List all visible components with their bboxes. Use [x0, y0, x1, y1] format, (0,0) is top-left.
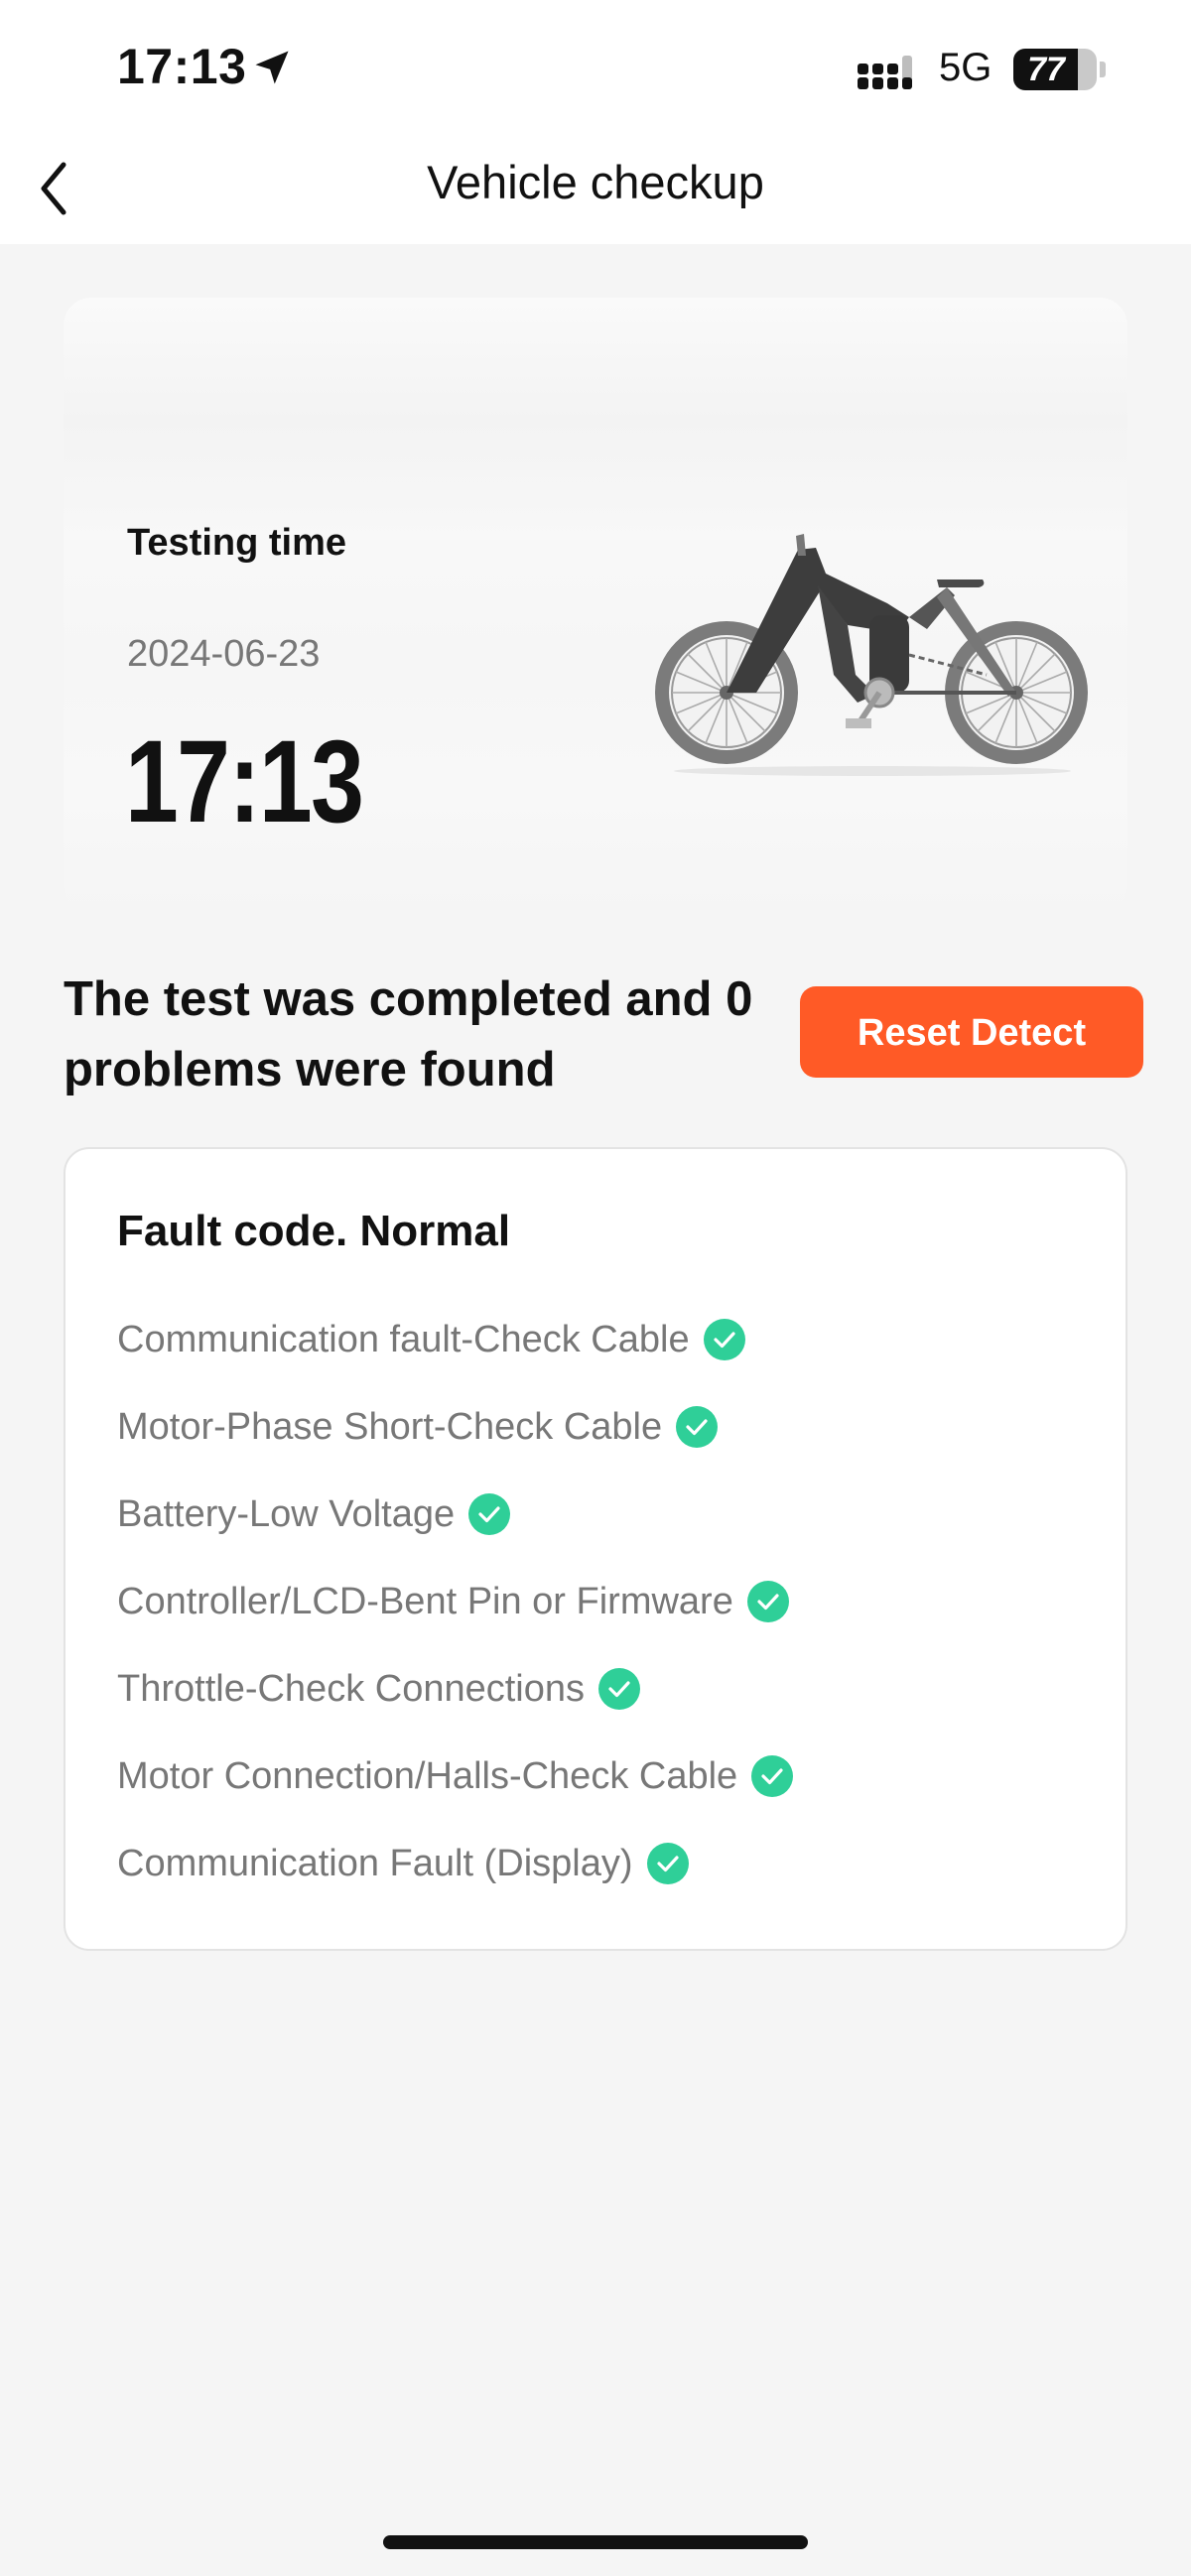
testing-time-label: Testing time [127, 522, 346, 564]
fault-item: Battery-Low Voltage [117, 1471, 793, 1558]
fault-item: Throttle-Check Connections [117, 1645, 793, 1733]
check-circle-icon [646, 1843, 689, 1884]
testing-date: 2024-06-23 [127, 633, 321, 675]
fault-item: Controller/LCD-Bent Pin or Firmware [117, 1558, 793, 1645]
status-time: 17:13 [117, 39, 247, 94]
check-circle-icon [468, 1493, 511, 1535]
fault-item: Communication fault-Check Cable [117, 1296, 793, 1383]
fault-item-label: Motor Connection/Halls-Check Cable [117, 1754, 738, 1797]
reset-detect-button[interactable]: Reset Detect [800, 986, 1143, 1078]
chevron-left-icon [41, 162, 66, 215]
fault-item-label: Communication Fault (Display) [117, 1842, 633, 1884]
check-circle-icon [703, 1319, 745, 1360]
nav-bar: Vehicle checkup [0, 139, 1191, 244]
testing-card: Testing time 2024-06-23 17:13 [64, 298, 1127, 913]
signal-icon [858, 56, 912, 89]
testing-clock: 17:13 [125, 716, 364, 847]
battery-icon: 77 [1013, 49, 1097, 90]
back-button[interactable] [28, 159, 87, 224]
result-summary: The test was completed and 0 problems we… [64, 972, 753, 1096]
fault-list: Communication fault-Check Cable Motor-Ph… [117, 1296, 794, 1907]
fault-item-label: Motor-Phase Short-Check Cable [117, 1405, 663, 1448]
check-circle-icon [751, 1755, 794, 1797]
fault-item: Communication Fault (Display) [117, 1820, 793, 1907]
fault-item-label: Battery-Low Voltage [117, 1492, 456, 1535]
network-label: 5G [939, 46, 992, 89]
page-title: Vehicle checkup [427, 156, 764, 208]
check-circle-icon [598, 1668, 640, 1710]
fault-code-card: Fault code. Normal Communication fault-C… [64, 1147, 1127, 1951]
fault-item: Motor-Phase Short-Check Cable [117, 1383, 793, 1471]
location-arrow-icon [255, 51, 289, 84]
battery-cap [1100, 62, 1106, 77]
ebike-image [655, 534, 1088, 776]
fault-item-label: Controller/LCD-Bent Pin or Firmware [117, 1580, 733, 1622]
fault-item-label: Communication fault-Check Cable [117, 1318, 690, 1360]
fault-item: Motor Connection/Halls-Check Cable [117, 1733, 794, 1820]
check-circle-icon [676, 1406, 719, 1448]
fault-item-label: Throttle-Check Connections [117, 1667, 585, 1710]
check-circle-icon [746, 1581, 789, 1622]
status-bar: 17:13 5G 77 [0, 0, 1191, 139]
battery-level: 77 [1027, 51, 1065, 88]
fault-card-title: Fault code. Normal [117, 1207, 511, 1255]
home-indicator[interactable] [383, 2535, 808, 2549]
